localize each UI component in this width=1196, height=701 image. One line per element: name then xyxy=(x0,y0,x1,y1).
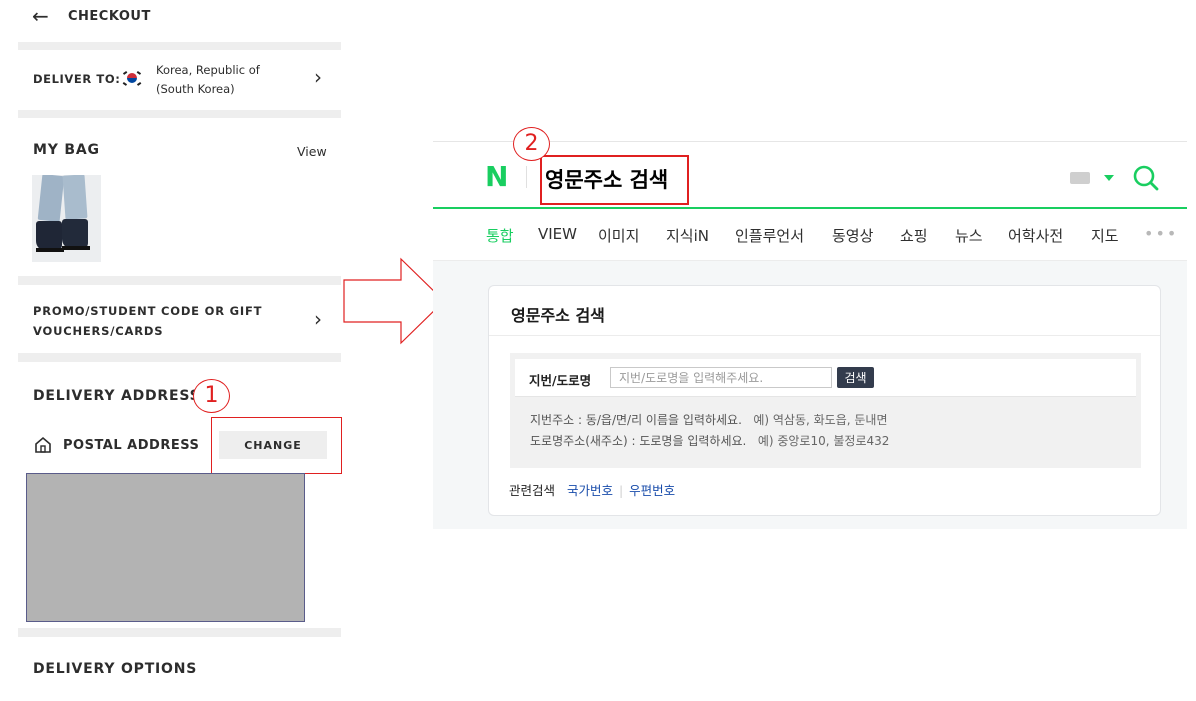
search-tabs: 통합 VIEW 이미지 지식iN 인플루언서 동영상 쇼핑 뉴스 어학사전 지도… xyxy=(433,211,1187,261)
caret-down-icon[interactable] xyxy=(1104,175,1114,181)
highlight-box xyxy=(540,155,689,205)
field-label: 지번/도로명 xyxy=(529,373,592,388)
tab-view[interactable]: VIEW xyxy=(538,225,577,243)
hint-lot-address: 지번주소 : 동/읍/면/리 이름을 입력하세요. 예) 역삼동, 화도읍, 둔… xyxy=(530,411,888,428)
address-search-button[interactable]: 검색 xyxy=(837,367,874,388)
promo-label: PROMO/STUDENT CODE OR GIFT VOUCHERS/CARD… xyxy=(33,304,263,338)
tab-news[interactable]: 뉴스 xyxy=(955,225,983,246)
chevron-right-icon[interactable]: › xyxy=(314,307,322,331)
related-searches: 관련검색 국가번호 | 우편번호 xyxy=(509,483,676,498)
hint-example: 예) 중앙로10, 불정로432 xyxy=(757,434,890,448)
address-search-box: 지번/도로명 검색 지번주소 : 동/읍/면/리 이름을 입력하세요. 예) 역… xyxy=(510,353,1141,468)
arrow-left-icon[interactable]: ← xyxy=(32,4,49,28)
delivery-address-title: DELIVERY ADDRESS xyxy=(33,388,201,404)
redacted-address xyxy=(26,473,305,622)
related-link-postal-code[interactable]: 우편번호 xyxy=(629,483,675,498)
related-link-country-code[interactable]: 국가번호 xyxy=(567,483,613,498)
keyboard-icon[interactable] xyxy=(1070,172,1090,184)
related-label: 관련검색 xyxy=(509,483,556,498)
tab-knowledge[interactable]: 지식iN xyxy=(666,225,709,246)
search-icon[interactable] xyxy=(1132,164,1160,192)
product-thumbnail[interactable] xyxy=(32,175,101,262)
hint-road-address: 도로명주소(새주소) : 도로명을 입력하세요. 예) 중앙로10, 불정로43… xyxy=(530,432,889,449)
tab-dictionary[interactable]: 어학사전 xyxy=(1008,225,1063,246)
deliver-to-label: DELIVER TO: xyxy=(33,72,121,86)
address-input[interactable] xyxy=(610,367,832,388)
divider xyxy=(18,42,341,50)
search-row: 지번/도로명 검색 xyxy=(515,359,1136,397)
tab-images[interactable]: 이미지 xyxy=(598,225,639,246)
delivery-options-title: DELIVERY OPTIONS xyxy=(33,661,198,677)
arrow-right-icon xyxy=(343,257,445,345)
hint-text: 도로명주소(새주소) : 도로명을 입력하세요. xyxy=(530,434,747,448)
house-icon xyxy=(35,436,51,453)
checkout-panel: ← CHECKOUT DELIVER TO: Korea, Republic o… xyxy=(18,0,342,701)
postal-address-label: POSTAL ADDRESS xyxy=(63,438,200,453)
divider xyxy=(18,353,341,362)
hint-text: 지번주소 : 동/읍/면/리 이름을 입력하세요. xyxy=(530,413,742,427)
divider xyxy=(18,110,341,118)
highlight-box xyxy=(211,417,342,474)
naver-search-page: N 영문주소 검색 통합 VIEW 이미지 지식iN 인플루언서 동영상 쇼핑 … xyxy=(433,141,1187,529)
divider xyxy=(18,628,341,637)
tab-video[interactable]: 동영상 xyxy=(832,225,873,246)
hint-example: 예) 역삼동, 화도읍, 둔내면 xyxy=(753,413,888,427)
checkout-header: ← CHECKOUT xyxy=(18,0,341,42)
step-marker: 1 xyxy=(193,379,230,413)
page-title: CHECKOUT xyxy=(68,9,151,24)
naver-logo[interactable]: N xyxy=(485,160,508,193)
divider xyxy=(489,335,1160,336)
view-bag-link[interactable]: View xyxy=(297,144,327,159)
tab-shopping[interactable]: 쇼핑 xyxy=(900,225,928,246)
korea-flag-icon xyxy=(122,68,142,88)
tab-influencer[interactable]: 인플루언서 xyxy=(735,225,804,246)
address-search-card: 영문주소 검색 지번/도로명 검색 지번주소 : 동/읍/면/리 이름을 입력하… xyxy=(488,285,1161,516)
tab-map[interactable]: 지도 xyxy=(1091,225,1119,246)
my-bag-title: MY BAG xyxy=(33,142,100,158)
deliver-country: Korea, Republic of (South Korea) xyxy=(156,63,260,96)
card-title: 영문주소 검색 xyxy=(511,306,605,325)
chevron-right-icon[interactable]: › xyxy=(314,65,322,89)
step-marker: 2 xyxy=(513,127,550,161)
results-area: 영문주소 검색 지번/도로명 검색 지번주소 : 동/읍/면/리 이름을 입력하… xyxy=(433,261,1187,529)
more-icon[interactable]: ••• xyxy=(1144,224,1178,243)
divider xyxy=(18,276,341,285)
divider xyxy=(526,166,527,188)
tab-integrated[interactable]: 통합 xyxy=(486,225,514,246)
